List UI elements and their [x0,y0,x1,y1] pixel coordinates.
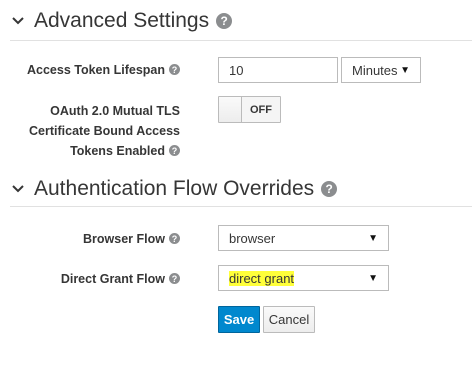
section-divider [10,40,472,41]
toggle-state: OFF [242,97,280,122]
mtls-label-line3-text: Tokens Enabled [70,144,165,158]
access-token-unit-select[interactable]: Minutes ▼ [341,57,421,83]
auth-flow-overrides-title: Authentication Flow Overrides [34,177,315,200]
help-icon[interactable]: ? [169,273,180,285]
browser-flow-value: browser [229,230,276,246]
mtls-label-line3: Tokens Enabled? [70,141,180,161]
advanced-settings-header[interactable]: Advanced Settings ? [10,9,233,33]
toggle-knob[interactable] [219,97,242,122]
browser-flow-select[interactable]: browser ▼ [218,225,389,251]
chevron-down-icon[interactable] [10,181,26,197]
help-icon[interactable]: ? [169,145,180,157]
caret-down-icon: ▼ [368,232,378,244]
direct-grant-flow-value: direct grant [229,270,295,286]
access-token-lifespan-text: Access Token Lifespan [26,63,165,77]
chevron-down-icon[interactable] [10,13,26,29]
advanced-settings-title: Advanced Settings [34,9,210,32]
access-token-lifespan-value: 10 [229,62,244,78]
direct-grant-flow-select[interactable]: direct grant ▼ [218,265,389,291]
help-icon[interactable]: ? [321,181,338,197]
access-token-unit-value: Minutes [352,62,398,78]
mtls-label-line1: OAuth 2.0 Mutual TLS [50,104,180,118]
caret-down-icon: ▼ [400,64,410,76]
save-button[interactable]: Save [218,306,260,333]
help-icon[interactable]: ? [169,233,180,245]
access-token-lifespan-label: Access Token Lifespan? [27,60,180,80]
mtls-toggle[interactable]: OFF [218,96,281,123]
direct-grant-value-highlight: irect grant [236,270,295,286]
access-token-lifespan-input[interactable]: 10 [218,57,338,83]
help-icon[interactable]: ? [216,13,233,29]
help-icon[interactable]: ? [169,64,180,76]
browser-flow-label-text: Browser Flow [83,232,165,246]
auth-flow-overrides-header[interactable]: Authentication Flow Overrides ? [10,177,338,201]
mtls-label-line2: Certificate Bound Access [29,124,180,138]
section-divider [10,206,472,207]
caret-down-icon: ▼ [368,272,378,284]
direct-grant-flow-label-text: Direct Grant Flow [60,272,165,286]
direct-grant-flow-label: Direct Grant Flow? [61,269,180,289]
cancel-button[interactable]: Cancel [263,306,315,333]
browser-flow-label: Browser Flow? [83,229,180,249]
